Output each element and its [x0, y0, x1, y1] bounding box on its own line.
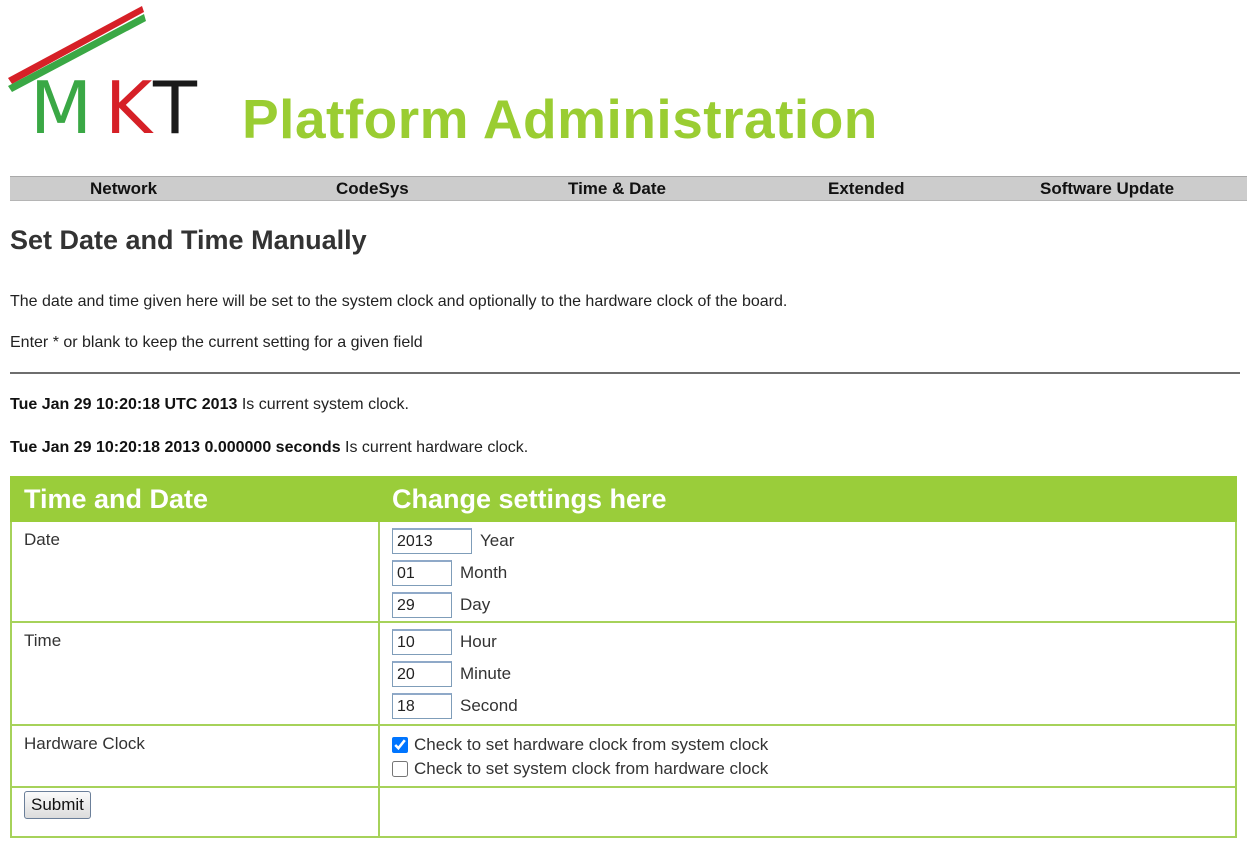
system-clock-label: Is current system clock.	[237, 396, 409, 413]
mkt-logo: M K T	[0, 0, 240, 150]
time-label: Time	[24, 631, 62, 650]
second-input[interactable]	[392, 693, 452, 719]
hour-input[interactable]	[392, 629, 452, 655]
month-field-row: Month	[392, 557, 1235, 589]
logo-letter-k: K	[105, 66, 153, 150]
hardware-clock-value: Tue Jan 29 10:20:18 2013 0.000000 second…	[10, 439, 341, 456]
date-label: Date	[24, 530, 60, 549]
nav-item-network[interactable]: Network	[90, 177, 157, 200]
hardware-clock-row: Hardware Clock Check to set hardware clo…	[10, 724, 1237, 788]
submit-row: Submit	[10, 786, 1237, 838]
time-fields-cell: Hour Minute Second	[378, 621, 1237, 726]
table-header-row: Time and Date Change settings here	[10, 476, 1237, 522]
time-row: Time Hour Minute Second	[10, 621, 1237, 726]
submit-cell: Submit	[10, 786, 380, 838]
hw-from-system-label: Check to set hardware clock from system …	[414, 735, 769, 754]
date-fields-cell: Year Month Day	[378, 520, 1237, 623]
minute-label: Minute	[460, 664, 512, 683]
year-input[interactable]	[392, 528, 472, 554]
hardware-clock-label-cell: Hardware Clock	[10, 724, 380, 788]
date-label-cell: Date	[10, 520, 380, 623]
nav-item-software-update[interactable]: Software Update	[1040, 177, 1174, 200]
intro-text: The date and time given here will be set…	[10, 293, 788, 310]
nav-item-codesys[interactable]: CodeSys	[336, 177, 409, 200]
nav-item-time-date[interactable]: Time & Date	[568, 177, 666, 200]
system-from-hw-label: Check to set system clock from hardware …	[414, 759, 769, 778]
settings-table: Time and Date Change settings here Date …	[10, 476, 1237, 838]
hw-from-system-option[interactable]: Check to set hardware clock from system …	[392, 733, 1235, 757]
year-field-row: Year	[392, 525, 1235, 557]
hardware-clock-label: Is current hardware clock.	[340, 439, 529, 456]
hardware-clock-options-cell: Check to set hardware clock from system …	[378, 724, 1237, 788]
time-label-cell: Time	[10, 621, 380, 726]
nav-item-extended[interactable]: Extended	[828, 177, 905, 200]
hardware-clock-status: Tue Jan 29 10:20:18 2013 0.000000 second…	[10, 438, 528, 458]
month-input[interactable]	[392, 560, 452, 586]
system-from-hw-checkbox[interactable]	[392, 761, 408, 777]
date-row: Date Year Month Day	[10, 520, 1237, 623]
page-title: Set Date and Time Manually	[10, 225, 367, 255]
day-label: Day	[460, 595, 491, 614]
site-title: Platform Administration	[242, 88, 878, 150]
system-clock-status: Tue Jan 29 10:20:18 UTC 2013 Is current …	[10, 395, 409, 415]
intro-hint-text: Enter * or blank to keep the current set…	[10, 334, 423, 351]
minute-input[interactable]	[392, 661, 452, 687]
empty-cell	[378, 786, 1237, 838]
hw-from-system-checkbox[interactable]	[392, 737, 408, 753]
logo-letter-t: T	[153, 66, 197, 150]
system-clock-value: Tue Jan 29 10:20:18 UTC 2013	[10, 396, 238, 413]
second-field-row: Second	[392, 690, 1235, 722]
column-header-time-and-date: Time and Date	[10, 476, 380, 522]
hardware-clock-option-label: Hardware Clock	[24, 734, 145, 753]
day-field-row: Day	[392, 589, 1235, 621]
hour-label: Hour	[460, 632, 497, 651]
main-nav-bar: Network CodeSys Time & Date Extended Sof…	[10, 176, 1247, 201]
column-header-change-settings: Change settings here	[378, 476, 1237, 522]
day-input[interactable]	[392, 592, 452, 618]
hour-field-row: Hour	[392, 626, 1235, 658]
divider	[10, 372, 1240, 374]
system-from-hw-option[interactable]: Check to set system clock from hardware …	[392, 757, 1235, 781]
submit-button[interactable]: Submit	[24, 791, 91, 819]
year-label: Year	[480, 531, 515, 550]
month-label: Month	[460, 563, 508, 582]
second-label: Second	[460, 696, 518, 715]
logo-letter-m: M	[30, 66, 93, 150]
minute-field-row: Minute	[392, 658, 1235, 690]
